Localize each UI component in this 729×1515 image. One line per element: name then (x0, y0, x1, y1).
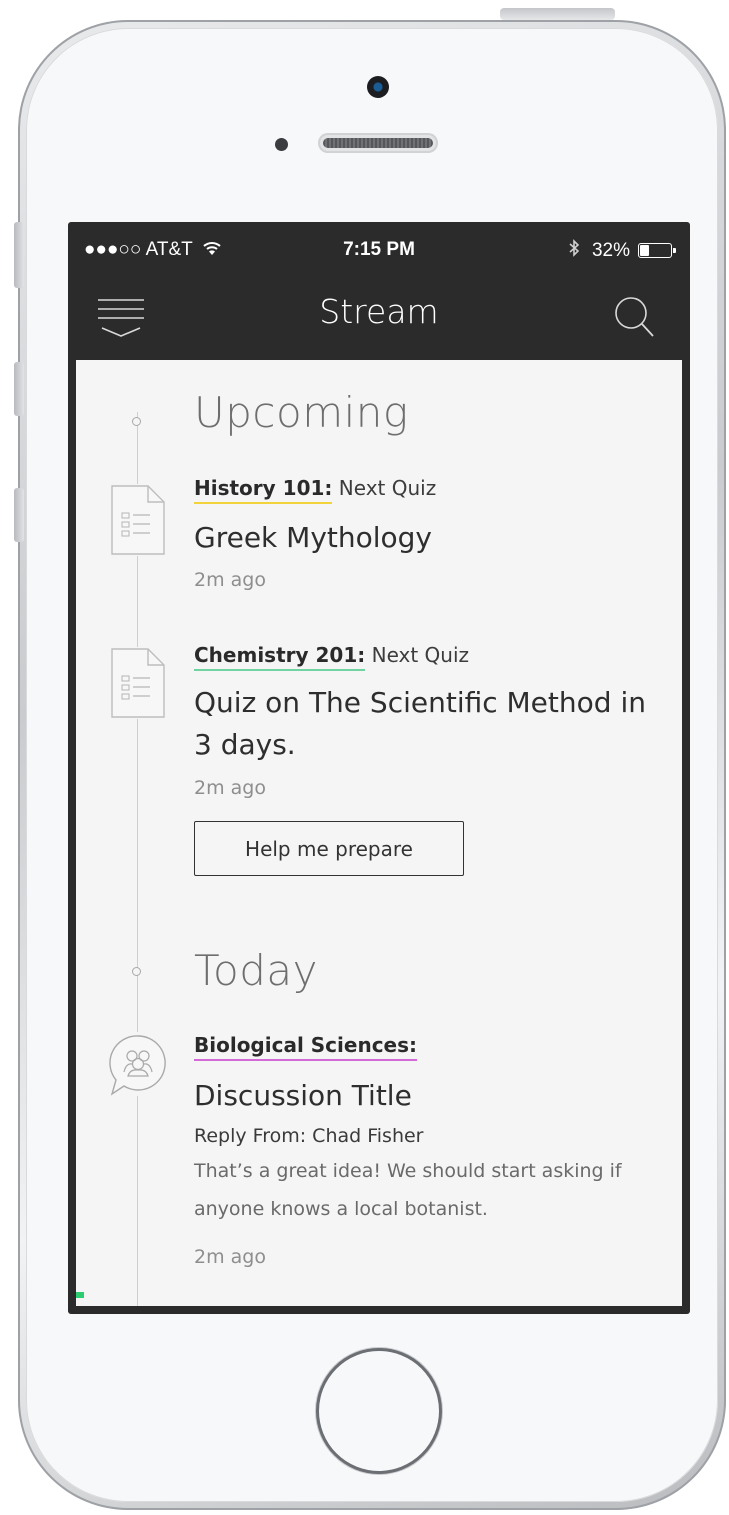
battery-level (640, 245, 650, 256)
bluetooth-icon (568, 239, 580, 262)
timestamp: 2m ago (194, 777, 266, 799)
power-button (500, 8, 615, 20)
document-icon (110, 484, 166, 556)
proximity-sensor (275, 138, 288, 151)
battery-icon (638, 243, 676, 258)
item-title[interactable]: Quiz on The Scientific Method in 3 days. (194, 682, 664, 766)
home-button[interactable] (316, 1348, 442, 1474)
timeline-dot (132, 967, 141, 976)
stream-feed[interactable]: Upcoming History 101: Next Quiz Greek My… (76, 360, 682, 1306)
earpiece-speaker (318, 133, 438, 153)
volume-up-button (14, 362, 24, 416)
help-me-prepare-button[interactable]: Help me prepare (194, 821, 464, 876)
course-suffix: Next Quiz (332, 476, 437, 500)
course-name[interactable]: Chemistry 201: (194, 643, 366, 671)
discussion-title[interactable]: Discussion Title (194, 1075, 664, 1117)
status-bar: ●●●○○ AT&T 7:15 PM 32% (68, 222, 690, 274)
search-icon[interactable] (612, 294, 658, 340)
course-label: Chemistry 201: Next Quiz (194, 643, 469, 671)
volume-down-button (14, 488, 24, 542)
course-label: History 101: Next Quiz (194, 476, 436, 504)
item-title[interactable]: Greek Mythology (194, 517, 664, 559)
page-title: Stream (319, 292, 439, 331)
battery-percent: 32% (591, 239, 630, 261)
timestamp: 2m ago (194, 569, 266, 591)
course-name[interactable]: Biological Sciences: (194, 1033, 418, 1061)
scroll-indicator (76, 1292, 84, 1298)
mute-switch (14, 222, 24, 288)
nav-bar: Stream (68, 274, 690, 360)
course-name[interactable]: History 101: (194, 476, 333, 504)
screen: ●●●○○ AT&T 7:15 PM 32% Stream Upcoming H… (68, 222, 690, 1314)
timeline-dot (132, 417, 141, 426)
section-title-today: Today (194, 946, 318, 995)
course-suffix: Next Quiz (365, 643, 470, 667)
discussion-icon (106, 1032, 170, 1096)
timestamp: 2m ago (194, 1246, 266, 1268)
document-icon (110, 647, 166, 719)
section-title-upcoming: Upcoming (194, 388, 409, 437)
reply-body: That’s a great idea! We should start ask… (194, 1160, 622, 1220)
camera-icon (367, 76, 389, 98)
reply-from: Reply From: Chad Fisher (194, 1125, 424, 1147)
status-indicators: 32% (568, 239, 676, 262)
course-label: Biological Sciences: (194, 1033, 418, 1061)
